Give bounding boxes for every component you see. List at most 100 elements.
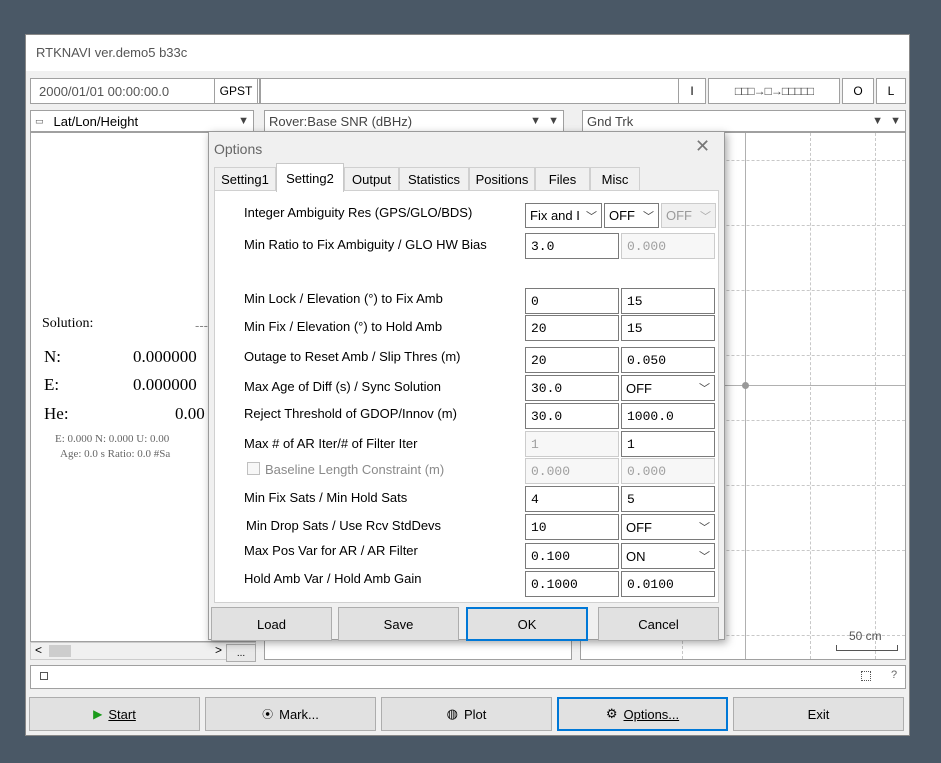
help-link[interactable]: ? [891, 669, 897, 681]
min-ratio-label: Min Ratio to Fix Ambiguity / GLO HW Bias [244, 237, 487, 252]
tab-output[interactable]: Output [344, 167, 399, 191]
tab-statistics[interactable]: Statistics [399, 167, 469, 191]
ar-bds-value: OFF [666, 208, 692, 223]
options-button[interactable]: ⚙ Options... [557, 697, 728, 731]
tab-positions[interactable]: Positions [469, 167, 535, 191]
scroll-right-icon[interactable]: > [215, 643, 222, 657]
min-fix-input[interactable]: 20 [525, 315, 619, 341]
min-lock-label: Min Lock / Elevation (°) to Fix Amb [244, 291, 443, 306]
plot-button[interactable]: ◍ Plot [381, 697, 552, 731]
dialog-title: Options [214, 141, 263, 157]
chevron-down-icon: ﹀ [586, 210, 597, 223]
ar-iter-input[interactable]: 1 [525, 431, 619, 457]
ar-glo-select[interactable]: OFF ﹀ [604, 203, 659, 228]
chevron-down-icon: ▼ [530, 115, 541, 127]
hold-amb-label: Hold Amb Var / Hold Amb Gain [244, 571, 422, 586]
scroll-left-icon[interactable]: < [35, 643, 42, 657]
height-value: 0.00 [175, 404, 205, 423]
output-stream-button[interactable]: O [842, 78, 874, 104]
center-crosshair-v [745, 133, 746, 659]
ground-track-value: Gnd Trk [587, 113, 634, 129]
min-drop-sats-input[interactable]: 10 [525, 514, 619, 540]
cancel-button[interactable]: Cancel [598, 607, 719, 641]
baseline-sigma-input[interactable]: 0.000 [621, 458, 715, 484]
list-icon: ▭ [35, 115, 44, 126]
hold-elevation-input[interactable]: 15 [621, 315, 715, 341]
status-bar: ? [30, 665, 906, 689]
baseline-length-input[interactable]: 0.000 [525, 458, 619, 484]
age-ratio-line: Age: 0.0 s Ratio: 0.0 #Sa [60, 448, 171, 460]
innov-input[interactable]: 1000.0 [621, 403, 715, 429]
chevron-down-icon: ﹀ [700, 210, 711, 223]
outage-input[interactable]: 20 [525, 347, 619, 373]
fix-elevation-input[interactable]: 15 [621, 288, 715, 314]
height-label: He: [44, 404, 69, 423]
window-title: RTKNAVI ver.demo5 b33c [36, 45, 188, 60]
globe-icon: ◍ [446, 706, 458, 721]
chevron-down-icon: ﹀ [699, 551, 710, 563]
snr-plot-select[interactable]: Rover:Base SNR (dBHz) ▼ ▼ [264, 110, 564, 132]
hold-amb-gain-input[interactable]: 0.0100 [621, 571, 715, 597]
ok-button[interactable]: OK [466, 607, 588, 641]
title-bar: RTKNAVI ver.demo5 b33c [26, 35, 909, 71]
baseline-checkbox[interactable] [247, 462, 260, 475]
east-value: 0.000000 [133, 375, 197, 394]
time-system-button[interactable]: GPST [214, 78, 258, 104]
load-button[interactable]: Load [211, 607, 332, 641]
min-fix-label: Min Fix / Elevation (°) to Hold Amb [244, 319, 443, 334]
ar-filter-select[interactable]: ON ﹀ [621, 543, 715, 569]
close-icon[interactable]: ✕ [695, 136, 710, 157]
ar-glo-value: OFF [609, 208, 635, 223]
mark-button[interactable]: ⦿ Mark... [205, 697, 376, 731]
play-icon: ▶ [93, 707, 103, 721]
min-ratio-input[interactable]: 3.0 [525, 233, 619, 259]
tab-setting1[interactable]: Setting1 [214, 167, 276, 191]
setting2-page: Integer Ambiguity Res (GPS/GLO/BDS) Fix … [214, 190, 719, 603]
rcv-stddevs-select[interactable]: OFF ﹀ [621, 514, 715, 540]
pos-var-input[interactable]: 0.100 [525, 543, 619, 569]
solution-type-select[interactable]: ▭ Lat/Lon/Height ▼ [30, 110, 254, 132]
tab-misc[interactable]: Misc [590, 167, 640, 191]
east-label: E: [44, 375, 60, 394]
log-stream-button[interactable]: L [876, 78, 906, 104]
min-lock-input[interactable]: 0 [525, 288, 619, 314]
filter-iter-input[interactable]: 1 [621, 431, 715, 457]
min-hold-sats-input[interactable]: 5 [621, 486, 715, 512]
sync-solution-select[interactable]: OFF ﹀ [621, 375, 715, 401]
ar-bds-select[interactable]: OFF ﹀ [661, 203, 716, 228]
tab-files[interactable]: Files [535, 167, 590, 191]
exit-label: Exit [807, 706, 830, 722]
more-button[interactable]: ... [226, 644, 256, 662]
ar-filter-value: ON [626, 548, 646, 564]
solution-label: Solution: [42, 316, 94, 331]
exit-button[interactable]: Exit [733, 697, 904, 731]
max-age-input[interactable]: 30.0 [525, 375, 619, 401]
ground-track-select[interactable]: Gnd Trk ▼ ▼ [582, 110, 906, 132]
gear-icon: ⚙ [605, 706, 618, 721]
hold-amb-var-input[interactable]: 0.1000 [525, 571, 619, 597]
scale-label: 50 cm [849, 629, 882, 643]
max-age-label: Max Age of Diff (s) / Sync Solution [244, 379, 442, 394]
max-iter-label: Max # of AR Iter/# of Filter Iter [244, 436, 418, 451]
min-sats-label: Min Fix Sats / Min Hold Sats [244, 490, 408, 505]
ar-gps-select[interactable]: Fix and I ﹀ [525, 203, 602, 228]
input-stream-button[interactable]: I [678, 78, 706, 104]
toolbar-blank [260, 78, 680, 104]
start-button[interactable]: ▶ Start [29, 697, 200, 731]
grid-line [810, 133, 811, 659]
slip-thres-input[interactable]: 0.050 [621, 347, 715, 373]
options-dialog: Options ✕ Setting1 Setting2 Output Stati… [208, 131, 725, 641]
tab-setting2[interactable]: Setting2 [276, 163, 344, 192]
horizontal-scrollbar[interactable]: < > [30, 642, 256, 660]
chevron-down-icon: ﹀ [699, 383, 710, 395]
center-marker [742, 382, 749, 389]
gdop-input[interactable]: 30.0 [525, 403, 619, 429]
target-icon: ⦿ [262, 709, 274, 721]
scale-bar [836, 645, 898, 651]
min-fix-sats-input[interactable]: 4 [525, 486, 619, 512]
glo-hw-bias-input[interactable]: 0.000 [621, 233, 715, 259]
status-indicator-icon [40, 672, 48, 680]
scroll-thumb[interactable] [49, 645, 71, 657]
chevron-down-icon: ▼ [890, 115, 901, 127]
save-button[interactable]: Save [338, 607, 459, 641]
